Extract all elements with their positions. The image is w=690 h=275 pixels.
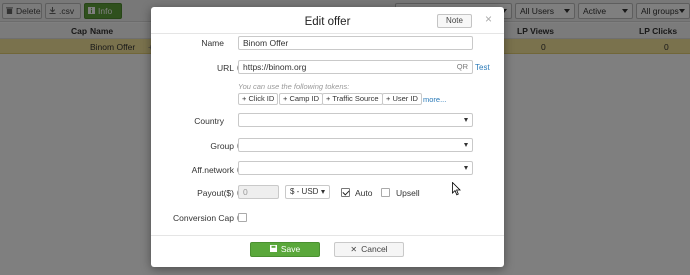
qr-button[interactable]: QR	[457, 61, 468, 73]
chevron-down-icon	[464, 143, 468, 147]
group-select[interactable]	[238, 138, 473, 152]
floppy-icon	[269, 243, 277, 256]
upsell-label: Upsell	[396, 188, 420, 198]
country-label: Country	[194, 116, 224, 126]
aff-network-label-text: Aff.network	[191, 165, 234, 175]
group-label: Group?	[210, 141, 245, 151]
payout-label: Payout($)?	[197, 188, 245, 198]
conversion-cap-label-text: Conversion Cap	[173, 213, 234, 223]
conversion-cap-checkbox[interactable]	[238, 213, 247, 222]
url-label-text: URL	[216, 63, 234, 73]
token-click-id-button[interactable]: + Click ID	[238, 93, 279, 105]
group-label-text: Group	[210, 141, 234, 151]
url-label: URL?	[216, 63, 245, 73]
name-field-value: Binom Offer	[243, 38, 289, 48]
currency-select[interactable]: $ - USD	[285, 185, 330, 199]
country-select[interactable]	[238, 113, 473, 127]
cancel-button[interactable]: ✕ Cancel	[334, 242, 404, 257]
save-label: Save	[280, 244, 301, 254]
payout-input[interactable]: 0	[238, 185, 279, 199]
test-link[interactable]: Test	[475, 63, 490, 72]
edit-offer-modal: Edit offer Note × Name Binom Offer URL? …	[151, 7, 504, 267]
chevron-down-icon	[464, 166, 468, 170]
divider	[151, 33, 504, 34]
token-camp-id-button[interactable]: + Camp ID	[279, 93, 324, 105]
note-button[interactable]: Note	[437, 14, 472, 28]
url-field[interactable]: https://binom.org QR	[238, 60, 473, 74]
auto-label: Auto	[355, 188, 373, 198]
token-traffic-source-button[interactable]: + Traffic Source	[322, 93, 383, 105]
cancel-label: Cancel	[361, 244, 388, 254]
auto-checkbox[interactable]	[341, 188, 350, 197]
conversion-cap-label: Conversion Cap?	[173, 213, 245, 223]
divider	[151, 235, 504, 236]
name-field[interactable]: Binom Offer	[238, 36, 473, 50]
payout-placeholder: 0	[243, 187, 248, 197]
name-label: Name	[201, 38, 224, 48]
more-tokens-link[interactable]: more...	[423, 95, 446, 104]
save-button[interactable]: Save	[250, 242, 320, 257]
payout-label-text: Payout($)	[197, 188, 234, 198]
url-field-value: https://binom.org	[243, 62, 307, 72]
close-icon: ✕	[350, 245, 358, 254]
currency-value: $ - USD	[290, 187, 319, 196]
tokens-hint: You can use the following tokens:	[238, 82, 350, 91]
mouse-cursor-icon	[452, 182, 461, 196]
token-user-id-button[interactable]: + User ID	[382, 93, 422, 105]
close-icon[interactable]: ×	[485, 13, 492, 25]
aff-network-select[interactable]	[238, 161, 473, 175]
upsell-checkbox[interactable]	[381, 188, 390, 197]
chevron-down-icon	[464, 118, 468, 122]
chevron-down-icon	[321, 190, 325, 194]
aff-network-label: Aff.network?	[191, 165, 245, 175]
